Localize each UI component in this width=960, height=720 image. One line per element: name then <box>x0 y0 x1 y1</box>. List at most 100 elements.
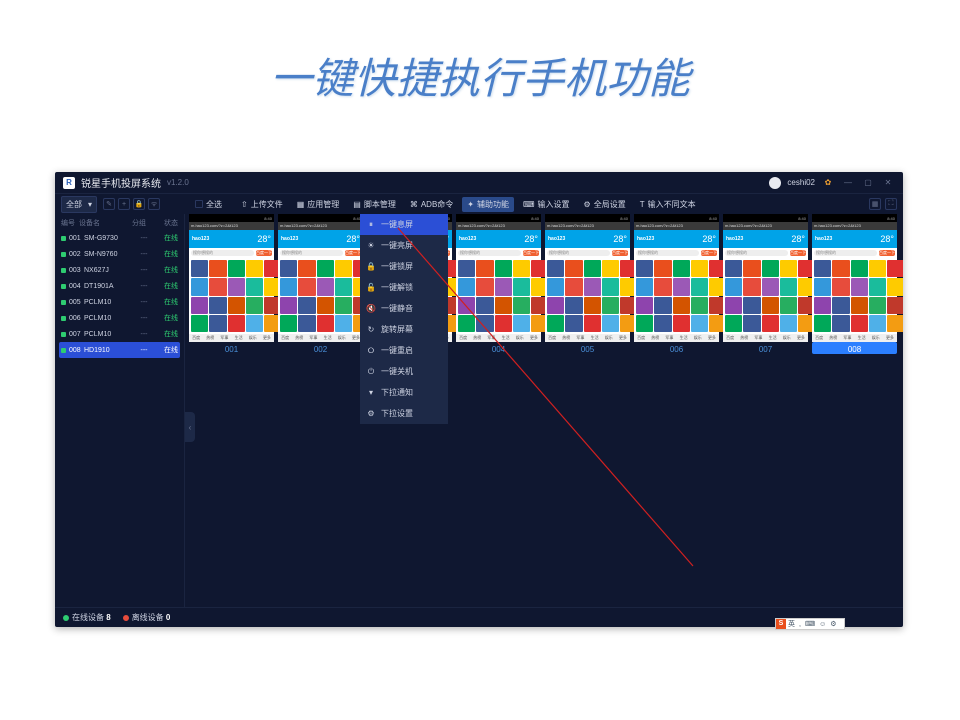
menu-下拉通知[interactable]: ▾下拉通知 <box>360 382 448 403</box>
toolbar-上传文件[interactable]: ⇧上传文件 <box>236 197 288 212</box>
ime-toolbar[interactable]: S 英 , ⌨ ☺ ⚙ <box>775 618 845 630</box>
phone-tab: 百度 <box>456 334 470 342</box>
toolbar-脚本管理[interactable]: ▤脚本管理 <box>348 197 401 212</box>
lock-icon[interactable]: 🔒 <box>133 198 145 210</box>
phone-tab: 生活 <box>499 334 513 342</box>
phone-card-005[interactable]: 8:40 m.hao123.com/?z=2&t123 hao123 28° 搜… <box>545 214 630 354</box>
menu-icon: 🔒 <box>366 262 376 271</box>
menu-一键关机[interactable]: ⏻一键关机 <box>360 361 448 382</box>
search-field: 搜你想搜的 <box>280 250 343 256</box>
menu-一键静音[interactable]: 🔇一键静音 <box>360 298 448 319</box>
app-icon <box>814 260 831 277</box>
wifi-icon[interactable]: ᯤ <box>148 198 160 210</box>
menu-label: 一键重启 <box>381 345 413 356</box>
phone-label[interactable]: 002 <box>278 342 363 354</box>
phone-tab: 热榜 <box>737 334 751 342</box>
app-logo: R <box>63 177 75 189</box>
menu-一键解锁[interactable]: 🔓一键解锁 <box>360 277 448 298</box>
app-icon <box>602 297 619 314</box>
phone-url-bar: m.hao123.com/?z=2&t123 <box>189 222 274 230</box>
ime-emoji-icon[interactable]: ☺ <box>817 621 828 628</box>
device-row-001[interactable]: 001 SM-G9730 --- 在线 <box>59 230 180 246</box>
phone-app-grid <box>723 258 808 334</box>
toolbar-全局设置[interactable]: ⚙全局设置 <box>579 197 631 212</box>
device-status: 在线 <box>156 249 178 259</box>
phone-url-bar: m.hao123.com/?z=2&t123 <box>634 222 719 230</box>
phone-footer-tabs: 百度热榜军事生活娱乐更多 <box>456 334 541 342</box>
phone-card-007[interactable]: 8:40 m.hao123.com/?z=2&t123 hao123 28° 搜… <box>723 214 808 354</box>
phone-card-001[interactable]: 8:40 m.hao123.com/?z=2&t123 hao123 28° 搜… <box>189 214 274 354</box>
menu-一键锁屏[interactable]: 🔒一键锁屏 <box>360 256 448 277</box>
weather-widget: hao123 28° <box>634 230 719 248</box>
device-row-002[interactable]: 002 SM-N9760 --- 在线 <box>59 246 180 262</box>
device-status: 在线 <box>156 265 178 275</box>
app-icon <box>228 260 245 277</box>
search-button: 百度一下 <box>879 250 895 256</box>
phone-label[interactable]: 005 <box>545 342 630 354</box>
ime-keyboard-icon[interactable]: ⌨ <box>803 620 817 628</box>
phone-tab: 娱乐 <box>513 334 527 342</box>
phone-tab: 军事 <box>484 334 498 342</box>
device-row-008[interactable]: 008 HD1910 --- 在线 <box>59 342 180 358</box>
phone-card-002[interactable]: 8:40 m.hao123.com/?z=2&t123 hao123 28° 搜… <box>278 214 363 354</box>
phone-label[interactable]: 007 <box>723 342 808 354</box>
menu-旋转屏幕[interactable]: ↻旋转屏幕 <box>360 319 448 340</box>
select-all-checkbox[interactable] <box>195 200 203 208</box>
settings-icon[interactable]: ✿ <box>821 178 835 187</box>
menu-一键重启[interactable]: ⭘一键重启 <box>360 340 448 361</box>
minimize-icon[interactable]: — <box>841 178 855 187</box>
device-row-007[interactable]: 007 PCLM10 --- 在线 <box>59 326 180 342</box>
device-row-005[interactable]: 005 PCLM10 --- 在线 <box>59 294 180 310</box>
phone-label[interactable]: 008 <box>812 342 897 354</box>
device-row-003[interactable]: 003 NX627J --- 在线 <box>59 262 180 278</box>
page-title: 一键快捷执行手机功能 <box>0 0 960 131</box>
app-icon <box>335 315 352 332</box>
ime-logo: S <box>776 619 786 629</box>
phone-tab: 更多 <box>616 334 630 342</box>
app-icon <box>565 315 582 332</box>
maximize-icon[interactable]: ▢ <box>861 178 875 187</box>
toolbar-icon: T <box>640 200 645 209</box>
menu-一键亮屏[interactable]: ☀一键亮屏 <box>360 235 448 256</box>
toolbar-ADB命令[interactable]: ⌘ADB命令 <box>405 197 458 212</box>
device-name: SM-N9760 <box>84 251 132 258</box>
expand-icon[interactable]: ⛶ <box>885 198 897 210</box>
toolbar-输入设置[interactable]: ⌨输入设置 <box>518 197 575 212</box>
menu-一键息屏[interactable]: ⏸一键息屏 <box>360 214 448 235</box>
app-icon <box>673 315 690 332</box>
app-icon <box>547 315 564 332</box>
phone-card-008[interactable]: 8:40 m.hao123.com/?z=2&t123 hao123 28° 搜… <box>812 214 897 354</box>
ime-settings-icon[interactable]: ⚙ <box>828 620 838 628</box>
app-name: 锐星手机投屏系统 <box>81 175 161 190</box>
app-icon <box>317 297 334 314</box>
phone-label[interactable]: 004 <box>456 342 541 354</box>
app-icon <box>565 278 582 295</box>
phone-card-006[interactable]: 8:40 m.hao123.com/?z=2&t123 hao123 28° 搜… <box>634 214 719 354</box>
menu-下拉设置[interactable]: ⚙下拉设置 <box>360 403 448 424</box>
edit-icon[interactable]: ✎ <box>103 198 115 210</box>
app-icon <box>458 278 475 295</box>
plus-icon[interactable]: + <box>118 198 130 210</box>
avatar[interactable] <box>769 177 781 189</box>
app-icon <box>869 260 886 277</box>
toolbar-辅助功能[interactable]: ✦辅助功能 <box>462 197 514 212</box>
menu-label: 下拉通知 <box>381 387 413 398</box>
toolbar-应用管理[interactable]: ▦应用管理 <box>292 197 345 212</box>
phone-label[interactable]: 006 <box>634 342 719 354</box>
device-row-004[interactable]: 004 DT1901A --- 在线 <box>59 278 180 294</box>
group-filter-select[interactable]: 全部▾ <box>61 196 97 213</box>
app-icon <box>280 315 297 332</box>
device-group: --- <box>132 251 156 258</box>
close-icon[interactable]: ✕ <box>881 178 895 187</box>
app-icon <box>636 260 653 277</box>
phone-screen: 8:40 m.hao123.com/?z=2&t123 hao123 28° 搜… <box>723 214 808 342</box>
toolbar-输入不同文本[interactable]: T输入不同文本 <box>635 197 701 212</box>
col-group: 分组 <box>127 218 151 228</box>
ime-lang[interactable]: 英 <box>786 619 797 629</box>
phone-card-004[interactable]: 8:40 m.hao123.com/?z=2&t123 hao123 28° 搜… <box>456 214 541 354</box>
phone-label[interactable]: 001 <box>189 342 274 354</box>
device-status: 在线 <box>156 281 178 291</box>
phone-app-grid <box>545 258 630 334</box>
device-row-006[interactable]: 006 PCLM10 --- 在线 <box>59 310 180 326</box>
layout-icon[interactable]: ▦ <box>869 198 881 210</box>
